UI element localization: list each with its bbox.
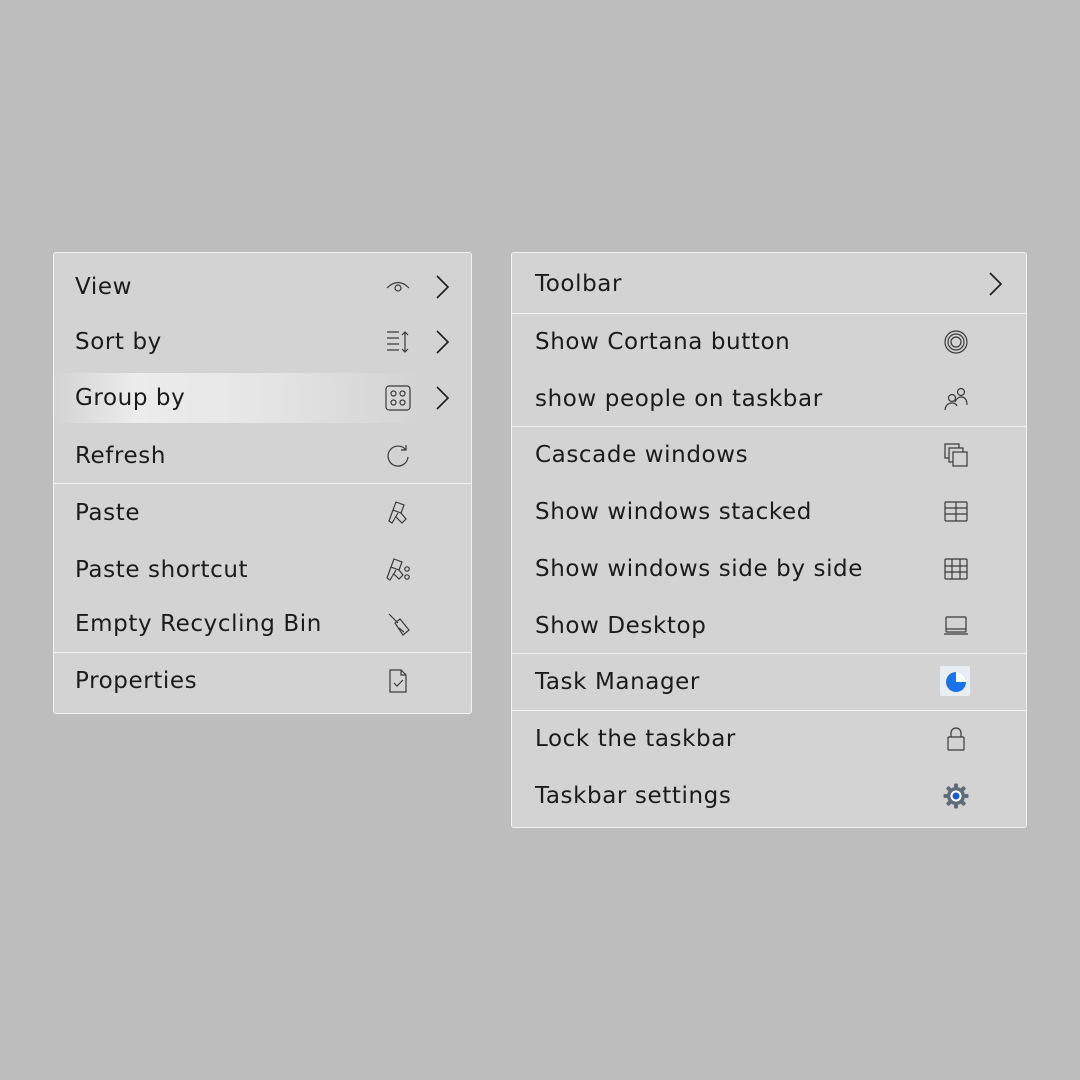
menu-item-label: Show Cortana button	[535, 329, 791, 355]
menu-item-label: View	[75, 274, 132, 300]
menu-item-show-desktop[interactable]: Show Desktop	[512, 601, 1026, 651]
menu-item-sort-by[interactable]: Sort by	[54, 317, 471, 367]
menu-item-properties[interactable]: Properties	[54, 656, 471, 706]
menu-item-refresh[interactable]: Refresh	[54, 431, 471, 481]
document-check-icon	[384, 667, 412, 695]
paste-icon	[384, 499, 412, 527]
menu-separator	[512, 313, 1026, 314]
menu-item-label: Task Manager	[535, 669, 700, 695]
stacked-windows-icon	[942, 498, 970, 526]
gear-icon	[942, 782, 970, 810]
menu-item-label: Cascade windows	[535, 442, 749, 468]
cascade-icon	[942, 441, 970, 469]
menu-item-paste-shortcut[interactable]: Paste shortcut	[54, 545, 471, 595]
menu-item-cascade-windows[interactable]: Cascade windows	[512, 430, 1026, 480]
eye-icon	[384, 273, 412, 301]
menu-item-task-manager[interactable]: Task Manager	[512, 657, 1026, 707]
menu-item-toolbar[interactable]: Toolbar	[512, 259, 1026, 309]
chevron-right-icon	[987, 270, 1005, 298]
menu-item-label: Paste	[75, 500, 141, 526]
menu-item-show-people[interactable]: show people on taskbar	[512, 374, 1026, 424]
menu-item-label: show people on taskbar	[535, 386, 823, 412]
refresh-icon	[384, 442, 412, 470]
menu-item-lock-taskbar[interactable]: Lock the taskbar	[512, 714, 1026, 764]
menu-item-paste[interactable]: Paste	[54, 488, 471, 538]
menu-separator	[54, 652, 471, 653]
menu-item-label: Show windows side by side	[535, 556, 864, 582]
group-icon	[384, 384, 412, 412]
menu-item-group-by[interactable]: Group by	[54, 373, 450, 423]
menu-item-label: Show Desktop	[535, 613, 707, 639]
menu-item-label: Lock the taskbar	[535, 726, 736, 752]
menu-item-show-windows-side-by-side[interactable]: Show windows side by side	[512, 544, 1026, 594]
menu-item-label: Show windows stacked	[535, 499, 812, 525]
menu-item-empty-recycling-bin[interactable]: Empty Recycling Bin	[54, 599, 471, 649]
taskbar-context-menu: Toolbar Show Cortana button show people …	[511, 252, 1027, 828]
lock-icon	[942, 725, 970, 753]
paste-shortcut-icon	[384, 556, 412, 584]
menu-separator	[512, 653, 1026, 654]
side-by-side-icon	[942, 555, 970, 583]
chevron-right-icon	[434, 328, 452, 356]
menu-separator	[512, 426, 1026, 427]
desktop-context-menu: View Sort by Group by Refresh Paste Past…	[53, 252, 472, 714]
menu-item-label: Empty Recycling Bin	[75, 611, 322, 637]
menu-separator	[54, 483, 471, 484]
sort-icon	[384, 328, 412, 356]
menu-item-label: Refresh	[75, 443, 167, 469]
menu-item-label: Toolbar	[535, 271, 623, 297]
menu-item-taskbar-settings[interactable]: Taskbar settings	[512, 771, 1026, 821]
menu-item-view[interactable]: View	[54, 262, 471, 312]
menu-item-label: Group by	[75, 385, 186, 411]
task-manager-icon	[940, 666, 970, 696]
menu-item-show-cortana-button[interactable]: Show Cortana button	[512, 317, 1026, 367]
menu-separator	[512, 710, 1026, 711]
menu-item-show-windows-stacked[interactable]: Show windows stacked	[512, 487, 1026, 537]
chevron-right-icon	[434, 384, 452, 412]
laptop-icon	[942, 612, 970, 640]
chevron-right-icon	[434, 273, 452, 301]
people-icon	[942, 385, 970, 413]
menu-item-label: Sort by	[75, 329, 162, 355]
brush-icon	[384, 610, 412, 638]
menu-item-label: Taskbar settings	[535, 783, 732, 809]
menu-item-label: Properties	[75, 668, 198, 694]
menu-item-label: Paste shortcut	[75, 557, 249, 583]
cortana-icon	[942, 328, 970, 356]
